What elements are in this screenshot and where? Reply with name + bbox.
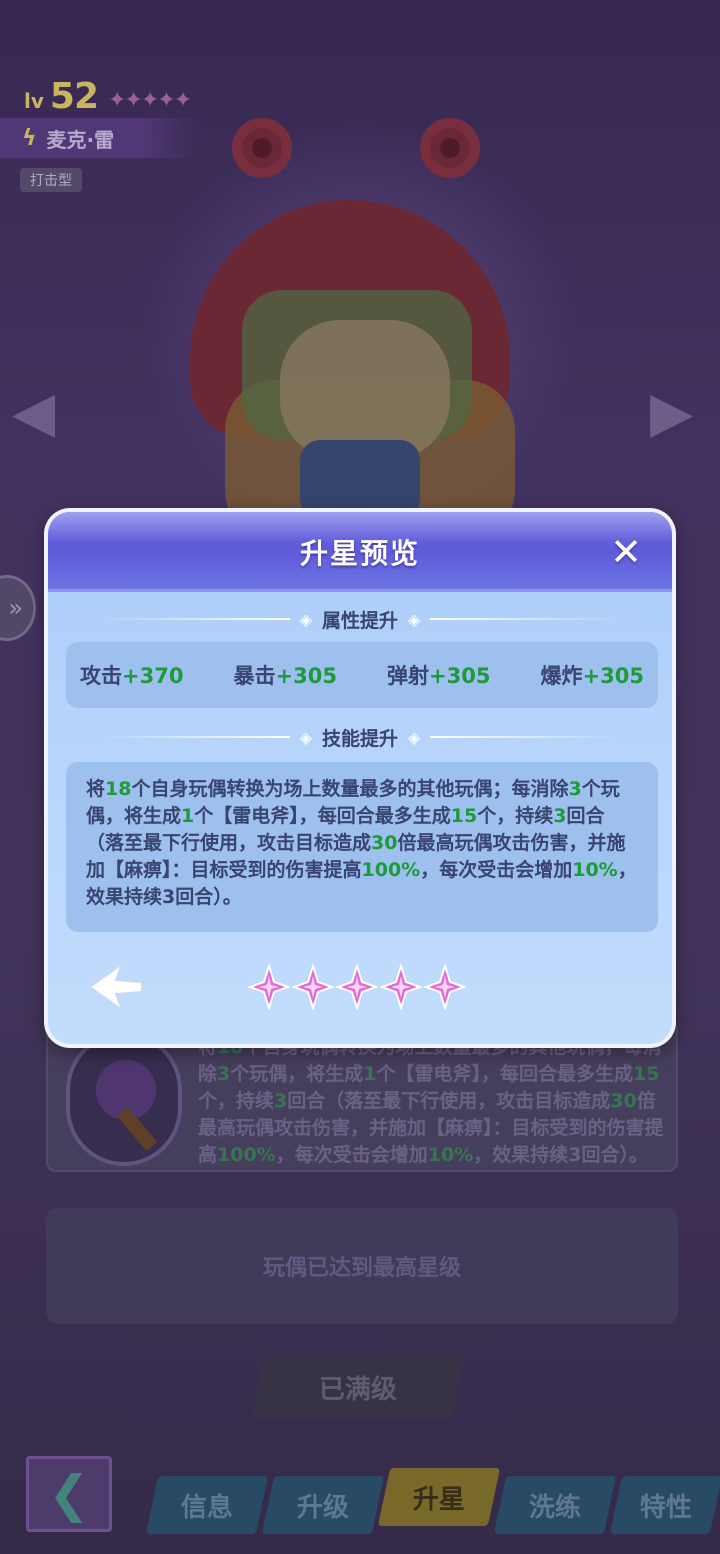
highlight-number: 10% xyxy=(572,859,618,881)
star-rating xyxy=(248,964,466,1010)
attr-section-header: ◈ 属性提升 ◈ xyxy=(98,604,623,634)
attr-name: 弹射 xyxy=(387,664,430,688)
highlight-number: 3 xyxy=(553,805,567,827)
skill-section-header: ◈ 技能提升 ◈ xyxy=(98,722,623,752)
attribute-row: 攻击+370 暴击+305 弹射+305 爆炸+305 xyxy=(66,642,658,708)
description-text: 将 xyxy=(86,778,106,800)
diamond-icon: ◈ xyxy=(408,727,421,747)
modal-body: 升星预览 ✕ ◈ 属性提升 ◈ 攻击+370 暴击+305 弹射+305 爆炸+… xyxy=(48,512,672,1044)
description-text: ，每次受击会增加 xyxy=(420,859,573,881)
attr-value: +305 xyxy=(582,664,644,688)
attr-section-label: 属性提升 xyxy=(322,609,399,632)
attr-explode: 爆炸+305 xyxy=(541,660,644,690)
diamond-icon: ◈ xyxy=(408,609,421,629)
modal-title: 升星预览 xyxy=(299,537,420,570)
highlight-number: 30 xyxy=(371,832,398,854)
attr-bounce: 弹射+305 xyxy=(387,660,490,690)
prev-star-arrow-icon[interactable] xyxy=(86,960,146,1014)
attr-name: 暴击 xyxy=(233,664,276,688)
attr-crit: 暴击+305 xyxy=(234,660,337,690)
skill-section-label: 技能提升 xyxy=(322,727,399,750)
star-up-preview-modal: 升星预览 ✕ ◈ 属性提升 ◈ 攻击+370 暴击+305 弹射+305 爆炸+… xyxy=(44,508,676,1048)
star-icon xyxy=(248,964,290,1010)
description-text: 个自身玩偶转换为场上数量最多的其他玩偶；每消除 xyxy=(131,778,569,800)
highlight-number: 18 xyxy=(105,778,132,800)
diamond-icon: ◈ xyxy=(299,609,312,629)
attr-attack: 攻击+370 xyxy=(80,660,183,690)
divider-line xyxy=(98,736,290,738)
attr-value: +370 xyxy=(122,664,184,688)
attr-name: 攻击 xyxy=(80,664,122,688)
description-text: 个【雷电斧】，每回合最多生成 xyxy=(194,805,451,827)
star-icon xyxy=(424,964,466,1010)
highlight-number: 100% xyxy=(361,859,421,881)
skill-description: 将18个自身玩偶转换为场上数量最多的其他玩偶；每消除3个玩偶，将生成1个【雷电斧… xyxy=(66,762,658,932)
close-icon[interactable]: ✕ xyxy=(606,532,646,572)
attr-value: +305 xyxy=(429,664,491,688)
divider-line xyxy=(98,618,290,620)
highlight-number: 1 xyxy=(181,805,195,827)
divider-line xyxy=(430,736,623,738)
highlight-number: 3 xyxy=(568,778,582,800)
highlight-number: 15 xyxy=(450,805,478,827)
diamond-icon: ◈ xyxy=(299,727,312,747)
divider-line xyxy=(430,618,623,620)
star-icon xyxy=(380,964,422,1010)
attr-name: 爆炸 xyxy=(540,664,583,688)
description-text: 个，持续 xyxy=(477,805,554,827)
star-icon xyxy=(292,964,334,1010)
attr-value: +305 xyxy=(275,664,337,688)
star-icon xyxy=(336,964,378,1010)
